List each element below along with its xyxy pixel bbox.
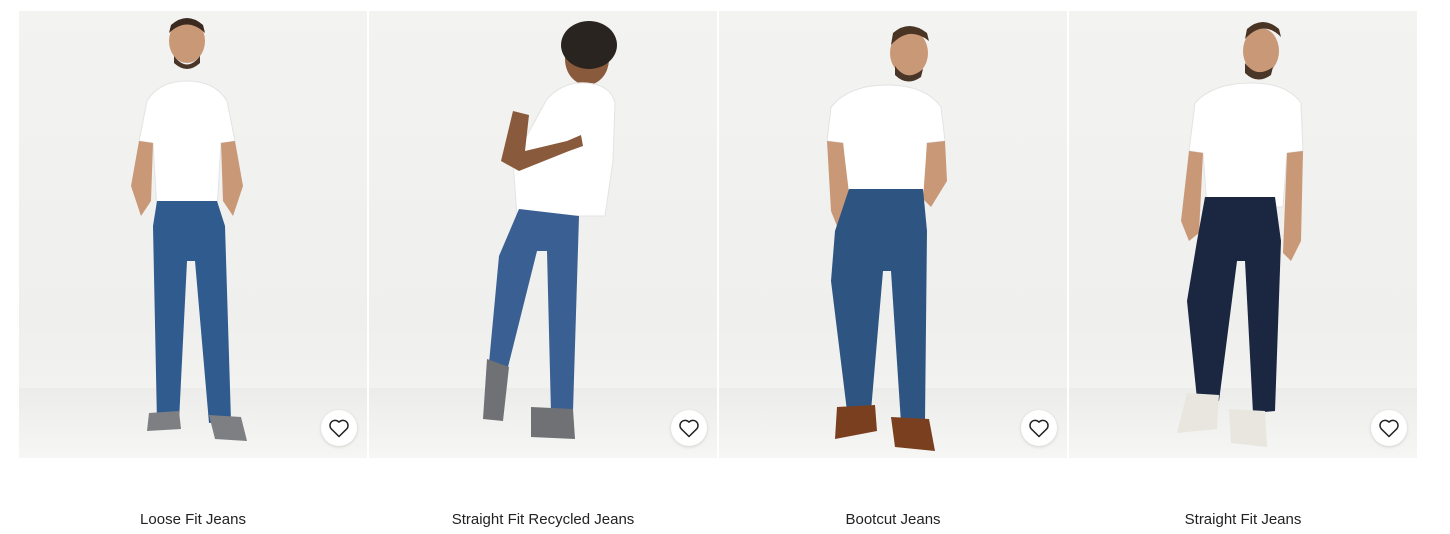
model-photo — [826, 26, 947, 451]
product-name[interactable]: Straight Fit Jeans — [1069, 511, 1417, 528]
product-image[interactable] — [719, 11, 1067, 458]
jeans-shape — [831, 189, 927, 423]
product-name[interactable]: Loose Fit Jeans — [19, 511, 367, 528]
heart-icon — [1029, 419, 1049, 438]
product-card[interactable]: Bootcut Jeans — [719, 11, 1067, 531]
model-photo — [1177, 22, 1304, 447]
product-image[interactable] — [19, 11, 367, 458]
product-image[interactable] — [369, 11, 717, 458]
product-card[interactable]: Straight Fit Recycled Jeans — [369, 11, 717, 531]
wishlist-button[interactable] — [321, 410, 357, 446]
wishlist-button[interactable] — [1371, 410, 1407, 446]
product-name[interactable]: Bootcut Jeans — [719, 511, 1067, 528]
heart-icon — [1379, 419, 1399, 438]
product-grid: Loose Fit Jeans Straight Fit Recycled Je… — [19, 11, 1417, 531]
model-photo — [483, 21, 617, 439]
heart-icon — [329, 419, 349, 438]
heart-icon — [679, 419, 699, 438]
product-image[interactable] — [1069, 11, 1417, 458]
product-name[interactable]: Straight Fit Recycled Jeans — [369, 511, 717, 528]
model-photo — [131, 18, 247, 441]
product-card[interactable]: Loose Fit Jeans — [19, 11, 367, 531]
wishlist-button[interactable] — [671, 410, 707, 446]
jeans-shape — [153, 201, 231, 423]
jeans-shape — [1187, 197, 1281, 413]
product-card[interactable]: Straight Fit Jeans — [1069, 11, 1417, 531]
wishlist-button[interactable] — [1021, 410, 1057, 446]
